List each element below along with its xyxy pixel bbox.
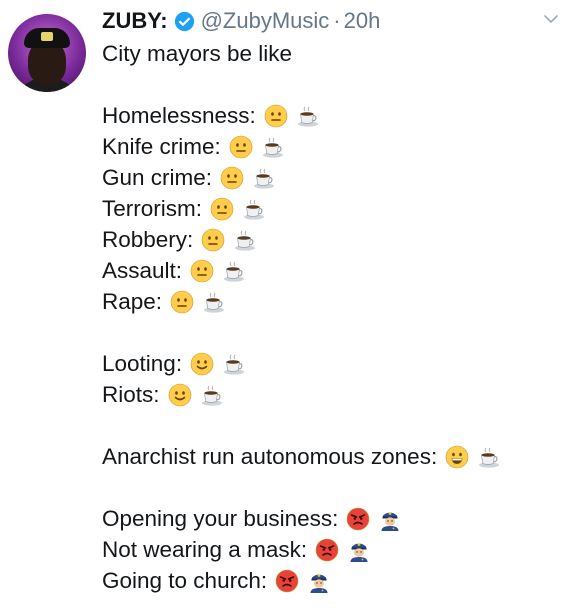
grinning-face-icon [445,445,469,469]
line-label: Assault: [102,258,183,283]
line-label: Going to church: [102,568,268,593]
line-label: Anarchist run autonomous zones: [102,444,438,469]
neutral-face-icon [170,290,194,314]
tweet-line: Terrorism: [102,193,501,224]
line-label: Gun crime: [102,165,213,190]
chevron-down-icon[interactable] [542,10,560,28]
neutral-face-icon [220,166,244,190]
line-label: Opening your business: [102,506,339,531]
coffee-icon [202,290,226,314]
coffee-icon [222,352,246,376]
line-group-smile: Looting: Riots: [102,348,501,410]
coffee-icon [242,197,266,221]
police-officer-icon [307,569,331,593]
line-label: Terrorism: [102,196,202,221]
angry-face-icon [275,569,299,593]
line-label: Looting: [102,351,183,376]
coffee-icon [233,228,257,252]
tweet-line: Knife crime: [102,131,501,162]
police-officer-icon [378,507,402,531]
coffee-icon [261,135,285,159]
tweet-line: Opening your business: [102,503,501,534]
line-label: Homelessness: [102,103,256,128]
tweet-intro: City mayors be like [102,38,501,69]
avatar-cap [24,28,70,48]
tweet-line: Anarchist run autonomous zones: [102,441,501,472]
author-name[interactable]: ZUBY: [102,8,168,34]
tweet-line: Gun crime: [102,162,501,193]
angry-face-icon [346,507,370,531]
coffee-icon [200,383,224,407]
tweet-line: Assault: [102,255,501,286]
neutral-face-icon [264,104,288,128]
smiling-face-icon [168,383,192,407]
neutral-face-icon [210,197,234,221]
timestamp[interactable]: 20h [344,8,381,34]
line-group-neutral: Homelessness: Knife crime: Gun crime: Te… [102,100,501,317]
coffee-icon [222,259,246,283]
tweet-header: ZUBY: @ZubyMusic · 20h [102,6,380,36]
line-label: Robbery: [102,227,194,252]
avatar[interactable] [8,14,86,92]
tweet-body: City mayors be like Homelessness: Knife … [102,38,501,596]
separator-dot: · [333,8,341,33]
line-group-angry: Opening your business: Not wearing a mas… [102,503,501,596]
intro-text: City mayors be like [102,41,293,66]
line-label: Riots: [102,382,160,407]
tweet-line: Riots: [102,379,501,410]
author-handle[interactable]: @ZubyMusic [201,8,330,34]
neutral-face-icon [229,135,253,159]
line-label: Not wearing a mask: [102,537,308,562]
neutral-face-icon [201,228,225,252]
tweet[interactable]: ZUBY: @ZubyMusic · 20h City mayors be li… [0,0,576,611]
tweet-line: Robbery: [102,224,501,255]
line-label: Knife crime: [102,134,221,159]
smiling-face-icon [190,352,214,376]
coffee-icon [252,166,276,190]
neutral-face-icon [190,259,214,283]
tweet-line: Homelessness: [102,100,501,131]
police-officer-icon [347,538,371,562]
tweet-line: Rape: [102,286,501,317]
line-group-grin: Anarchist run autonomous zones: [102,441,501,472]
line-label: Rape: [102,289,163,314]
tweet-line: Not wearing a mask: [102,534,501,565]
angry-face-icon [315,538,339,562]
coffee-icon [477,445,501,469]
verified-badge-icon [174,11,194,31]
coffee-icon [296,104,320,128]
tweet-line: Going to church: [102,565,501,596]
tweet-line: Looting: [102,348,501,379]
